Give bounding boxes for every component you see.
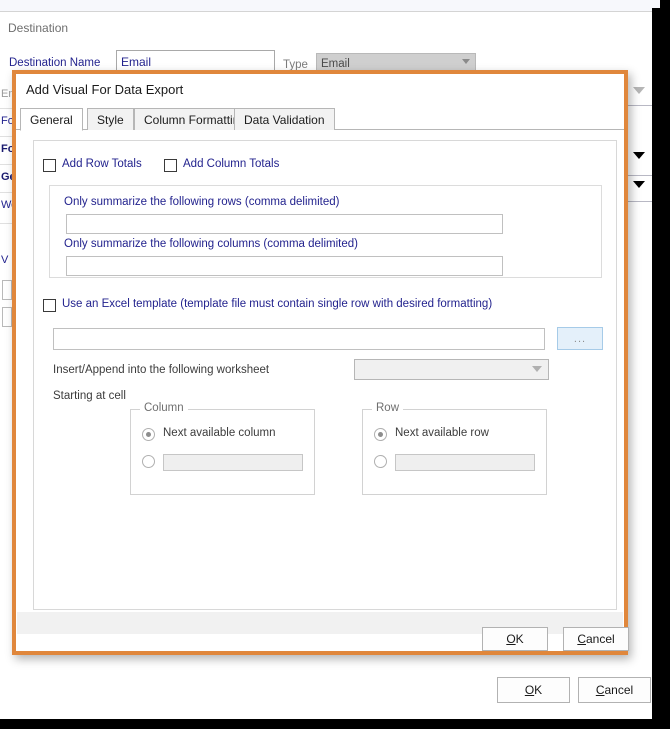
column-groupbox: Column Next available column [130,402,315,495]
background-left-field-2[interactable] [2,307,12,327]
tab-general-label: General [30,112,73,127]
add-column-totals-label: Add Column Totals [183,158,280,170]
next-available-row-label: Next available row [395,427,489,439]
worksheet-dropdown[interactable] [354,359,549,380]
background-ok-button[interactable]: OK [497,677,570,703]
chevron-down-icon [462,59,470,64]
background-bottom-edge [0,719,670,729]
background-combo-3[interactable] [626,176,652,202]
background-combo-1[interactable] [626,80,652,106]
custom-row-radio[interactable] [374,455,387,468]
background-right-controls [626,0,652,320]
template-path-input[interactable] [53,328,545,350]
dialog-ok-label: OK [506,632,524,646]
background-right-edge-top [650,0,660,8]
summarize-group: Only summarize the following rows (comma… [49,185,602,278]
background-cancel-button[interactable]: Cancel [578,677,651,703]
tab-column-formatting-label: Column Formatting [144,112,247,127]
starting-at-cell-label: Starting at cell [53,390,126,402]
dialog-cancel-label: Cancel [577,632,615,646]
row-groupbox: Row Next available row [362,402,547,495]
worksheet-label: Insert/Append into the following workshe… [53,364,270,376]
background-left-item-5[interactable]: V [1,254,8,266]
browse-button[interactable]: ... [557,327,603,350]
background-combo-2[interactable] [626,136,652,176]
chevron-down-icon [633,152,645,159]
tab-style-label: Style [97,112,124,127]
chevron-down-icon [633,87,645,94]
add-row-totals-label: Add Row Totals [62,158,142,170]
general-tab-panel: Add Row Totals Add Column Totals Only su… [33,140,617,610]
type-dropdown-value: Email [321,58,350,70]
next-available-row-radio[interactable] [374,428,387,441]
dialog-title: Add Visual For Data Export [26,82,184,97]
chevron-down-icon [532,366,542,372]
chevron-down-icon [633,181,645,188]
add-row-totals-checkbox[interactable] [43,159,56,172]
background-right-edge [652,0,670,729]
destination-name-label: Destination Name [9,57,101,69]
summarize-columns-input[interactable] [66,256,503,276]
column-groupbox-title: Column [140,402,188,414]
row-groupbox-title: Row [372,402,404,414]
summarize-rows-label: Only summarize the following rows (comma… [64,196,340,208]
tab-data-validation-label: Data Validation [244,112,325,127]
dialog-cancel-button[interactable]: Cancel [563,627,629,651]
summarize-rows-input[interactable] [66,214,503,234]
custom-column-input[interactable] [163,454,303,471]
use-excel-template-label: Use an Excel template (template file mus… [62,298,493,310]
background-cancel-label: Cancel [595,683,634,697]
use-excel-template-checkbox[interactable] [43,299,56,312]
add-column-totals-checkbox[interactable] [164,159,177,172]
next-available-column-label: Next available column [163,427,276,439]
tab-strip: General Style Column Formatting Data Val… [16,108,624,131]
background-ok-label: OK [524,683,543,697]
summarize-columns-label: Only summarize the following columns (co… [64,238,358,250]
dialog-ok-button[interactable]: OK [482,627,548,651]
tab-style[interactable]: Style [87,108,134,130]
background-left-field-1[interactable] [2,280,12,300]
tab-general[interactable]: General [20,108,83,131]
destination-name-input[interactable]: Email [116,50,275,72]
next-available-column-radio[interactable] [142,428,155,441]
background-top-strip [0,0,652,12]
tab-data-validation[interactable]: Data Validation [234,108,335,130]
custom-row-input[interactable] [395,454,535,471]
custom-column-radio[interactable] [142,455,155,468]
background-section-title: Destination [8,21,69,35]
